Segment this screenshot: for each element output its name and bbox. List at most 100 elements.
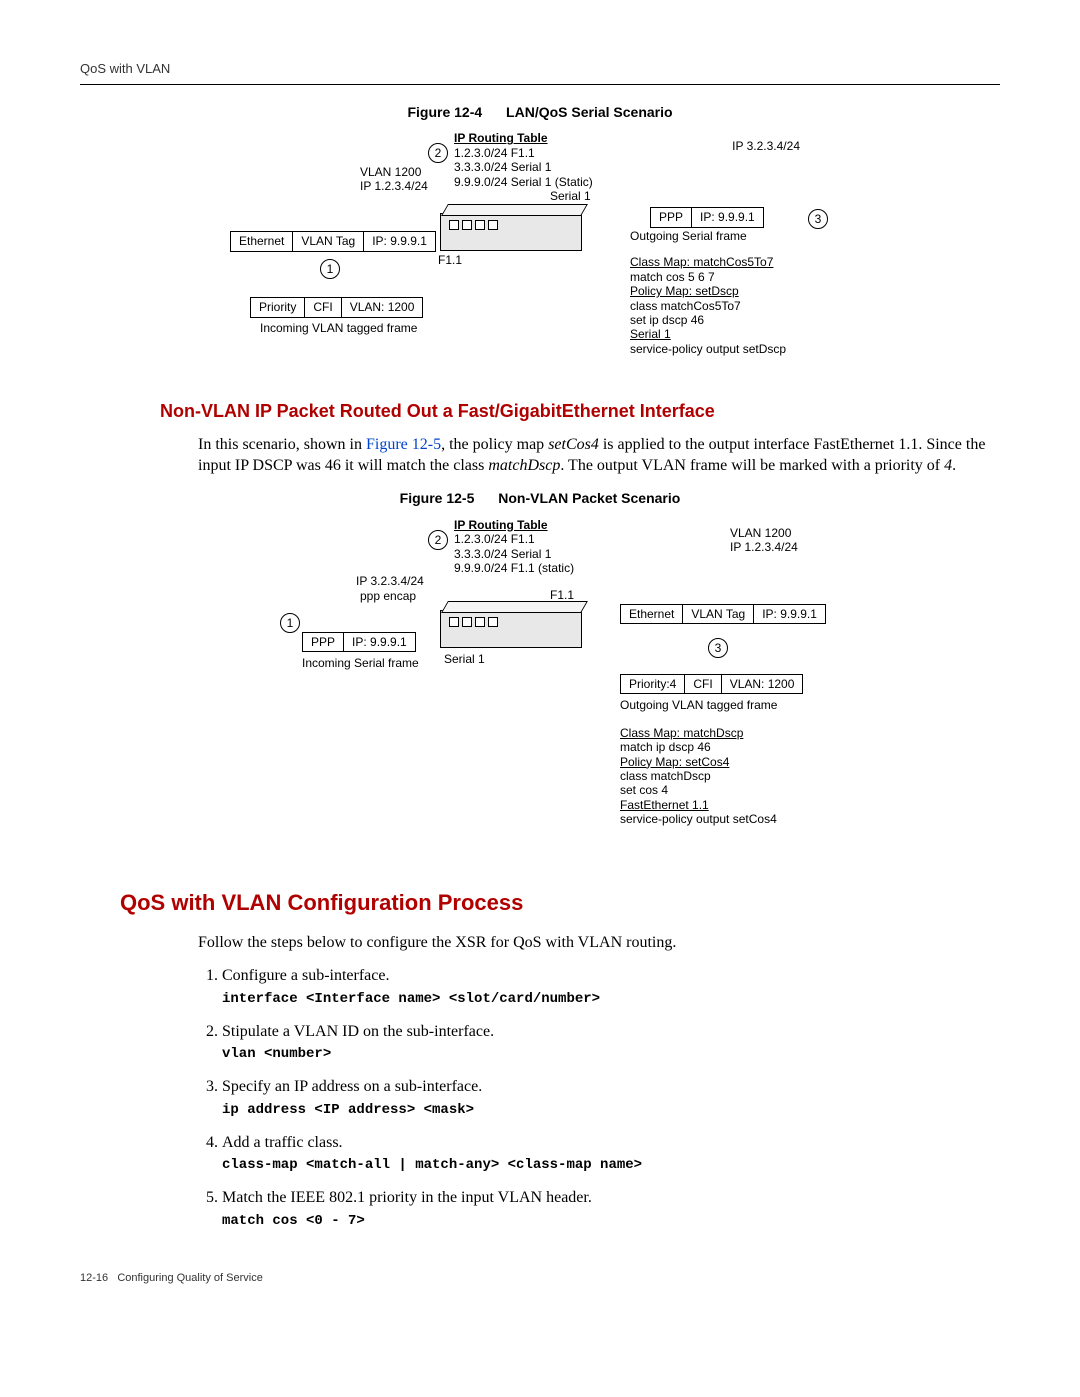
step-1-icon: 1	[280, 613, 300, 633]
figure2-title: Non-VLAN Packet Scenario	[498, 490, 680, 506]
cell: VLAN Tag	[683, 605, 754, 623]
priority-cells: Priority:4 CFI VLAN: 1200	[620, 674, 803, 694]
outgoing-frame-label: Outgoing Serial frame	[630, 229, 747, 243]
list-item: Configure a sub-interface. interface <In…	[222, 965, 1000, 1008]
policy-map-line: set ip dscp 46	[630, 313, 704, 327]
step-2-icon: 2	[428, 530, 448, 550]
class-map-heading: Class Map: matchDscp	[620, 726, 743, 740]
figure2-label: Figure 12-5	[400, 490, 475, 506]
figure1-caption: Figure 12-4 LAN/QoS Serial Scenario	[80, 103, 1000, 122]
priority-cells: Priority CFI VLAN: 1200	[250, 297, 423, 317]
routing-row: 1.2.3.0/24 F1.1	[454, 146, 535, 160]
list-item: Specify an IP address on a sub-interface…	[222, 1076, 1000, 1119]
figure1-title: LAN/QoS Serial Scenario	[506, 104, 673, 120]
figure1-diagram: 1 2 3 IP Routing Table 1.2.3.0/24 F1.1 3…	[230, 131, 850, 381]
right-ip: IP 3.2.3.4/24	[732, 139, 800, 153]
cell: VLAN: 1200	[342, 298, 423, 316]
page-number: 12-16	[80, 1272, 108, 1284]
config-block: Class Map: matchDscp match ip dscp 46 Po…	[620, 726, 777, 827]
para-text: , the policy map	[441, 436, 548, 453]
cell: IP: 9.9.9.1	[754, 605, 825, 623]
routing-table-heading: IP Routing Table	[454, 518, 548, 532]
cell: IP: 9.9.9.1	[344, 633, 415, 651]
serial-label: Serial 1	[550, 189, 591, 203]
figure1-label: Figure 12-4	[407, 104, 482, 120]
step-text: Stipulate a VLAN ID on the sub-interface…	[222, 1023, 494, 1040]
section1-paragraph: In this scenario, shown in Figure 12-5, …	[198, 434, 1000, 477]
ppp-cells: PPP IP: 9.9.9.1	[650, 207, 764, 227]
routing-row: 9.9.9.0/24 Serial 1 (Static)	[454, 175, 593, 189]
routing-table-heading: IP Routing Table	[454, 131, 548, 145]
cell: IP: 9.9.9.1	[692, 208, 763, 226]
policy-map-line: class matchCos5To7	[630, 299, 741, 313]
vlan-top: VLAN 1200	[360, 165, 421, 179]
router-ports-icon	[449, 617, 498, 627]
para-text: . The output VLAN frame will be marked w…	[560, 457, 944, 474]
fe-heading: FastEthernet 1.1	[620, 798, 709, 812]
figure2-caption: Figure 12-5 Non-VLAN Packet Scenario	[80, 489, 1000, 508]
serial-label: Serial 1	[444, 652, 485, 666]
step-code: vlan <number>	[222, 1046, 331, 1062]
running-header: QoS with VLAN	[80, 60, 1000, 78]
routing-row: 9.9.9.0/24 F1.1 (static)	[454, 561, 574, 575]
routing-row: 1.2.3.0/24 F1.1	[454, 532, 535, 546]
policy-map-heading: Policy Map: setCos4	[620, 755, 729, 769]
routing-row: 3.3.3.0/24 Serial 1	[454, 547, 551, 561]
step-text: Configure a sub-interface.	[222, 967, 389, 984]
ppp-encap: ppp encap	[360, 589, 416, 603]
section1-heading: Non-VLAN IP Packet Routed Out a Fast/Gig…	[160, 399, 1000, 423]
step-text: Match the IEEE 802.1 priority in the inp…	[222, 1189, 592, 1206]
ip-top: IP 1.2.3.4/24	[730, 540, 798, 554]
list-item: Match the IEEE 802.1 priority in the inp…	[222, 1187, 1000, 1230]
policy-map-line: set cos 4	[620, 783, 668, 797]
incoming-frame-label: Incoming Serial frame	[302, 656, 419, 670]
figure2-diagram: 1 2 3 IP Routing Table 1.2.3.0/24 F1.1 3…	[230, 518, 850, 858]
step-2-icon: 2	[428, 143, 448, 163]
cell: Ethernet	[231, 232, 293, 250]
vlan-top: VLAN 1200	[730, 526, 791, 540]
cell: IP: 9.9.9.1	[364, 232, 435, 250]
class-map-line: match ip dscp 46	[620, 740, 711, 754]
para-text: .	[952, 457, 956, 474]
config-block: Class Map: matchCos5To7 match cos 5 6 7 …	[630, 255, 786, 356]
step-text: Add a traffic class.	[222, 1134, 343, 1151]
cell: Priority	[251, 298, 305, 316]
list-item: Stipulate a VLAN ID on the sub-interface…	[222, 1021, 1000, 1064]
serial-heading: Serial 1	[630, 327, 671, 341]
em-text: matchDscp	[488, 457, 560, 474]
list-item: Add a traffic class. class-map <match-al…	[222, 1132, 1000, 1175]
step-2-icon: 1	[320, 259, 340, 279]
routing-row: 3.3.3.0/24 Serial 1	[454, 160, 551, 174]
step-3-icon: 3	[808, 209, 828, 229]
class-map-line: match cos 5 6 7	[630, 270, 715, 284]
policy-map-heading: Policy Map: setDscp	[630, 284, 739, 298]
footer-title: Configuring Quality of Service	[117, 1272, 263, 1284]
class-map-heading: Class Map: matchCos5To7	[630, 255, 773, 269]
policy-map-line: class matchDscp	[620, 769, 711, 783]
router-icon	[440, 213, 582, 251]
step-code: class-map <match-all | match-any> <class…	[222, 1157, 642, 1173]
routing-table: IP Routing Table 1.2.3.0/24 F1.1 3.3.3.0…	[454, 131, 593, 189]
step-code: interface <Interface name> <slot/card/nu…	[222, 991, 600, 1007]
cell: VLAN: 1200	[722, 675, 803, 693]
section2-intro: Follow the steps below to configure the …	[198, 932, 1000, 954]
cell: PPP	[303, 633, 344, 651]
figure-5-link[interactable]: Figure 12-5	[366, 436, 441, 453]
cell: VLAN Tag	[293, 232, 364, 250]
router-ports-icon	[449, 220, 498, 230]
outgoing-frame-label: Outgoing VLAN tagged frame	[620, 698, 777, 712]
step-3-icon: 3	[708, 638, 728, 658]
step-text: Specify an IP address on a sub-interface…	[222, 1078, 482, 1095]
incoming-frame-label: Incoming VLAN tagged frame	[260, 321, 417, 335]
ethernet-cells: Ethernet VLAN Tag IP: 9.9.9.1	[620, 604, 826, 624]
f11-label: F1.1	[438, 253, 462, 267]
em-text: 4	[944, 457, 952, 474]
routing-table: IP Routing Table 1.2.3.0/24 F1.1 3.3.3.0…	[454, 518, 574, 576]
serial-line: service-policy output setDscp	[630, 342, 786, 356]
f11-label: F1.1	[550, 588, 574, 602]
header-rule	[80, 84, 1000, 85]
cell: PPP	[651, 208, 692, 226]
section2-heading: QoS with VLAN Configuration Process	[120, 888, 1000, 918]
para-text: In this scenario, shown in	[198, 436, 366, 453]
cell: Ethernet	[621, 605, 683, 623]
